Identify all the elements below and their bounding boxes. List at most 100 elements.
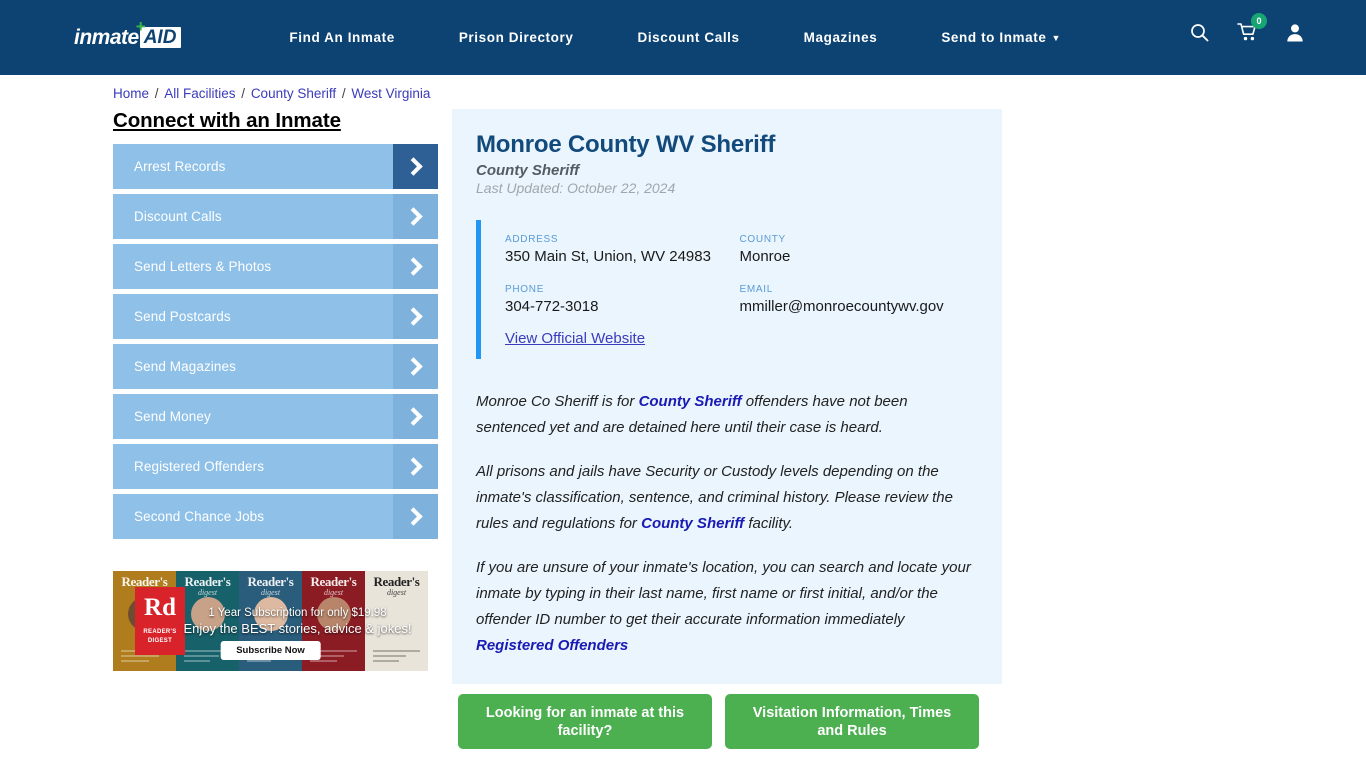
info-value: 350 Main St, Union, WV 24983 — [505, 248, 711, 265]
chevron-right-icon — [393, 244, 438, 289]
breadcrumb-separator: / — [338, 86, 350, 101]
sidebar-item-label: Send Magazines — [134, 359, 236, 374]
sidebar-item-send-postcards[interactable]: Send Postcards — [113, 294, 438, 339]
sidebar-item-registered-offenders[interactable]: Registered Offenders — [113, 444, 438, 489]
cta-button-row: Looking for an inmate at this facility? … — [452, 694, 1002, 750]
info-value: 304-772-3018 — [505, 298, 599, 315]
main-content: Monroe County WV Sheriff County Sheriff … — [452, 109, 1002, 750]
breadcrumb-item-west-virginia[interactable]: West Virginia — [351, 86, 430, 101]
description-paragraph-1: Monroe Co Sheriff is for County Sheriff … — [476, 389, 974, 441]
chevron-right-icon — [393, 344, 438, 389]
info-label: COUNTY — [739, 234, 786, 245]
desc-link-registered-offenders[interactable]: Registered Offenders — [476, 637, 628, 654]
logo-badge: + AID — [136, 18, 182, 49]
sidebar-item-label: Send Letters & Photos — [134, 259, 272, 274]
plus-icon: + — [135, 16, 146, 36]
nav-label: Discount Calls — [637, 30, 740, 45]
sidebar-item-label: Send Postcards — [134, 309, 231, 324]
breadcrumb-separator: / — [237, 86, 249, 101]
info-cell-county: COUNTY Monroe — [740, 234, 975, 266]
cart-count-badge: 0 — [1251, 13, 1267, 29]
sidebar-item-send-money[interactable]: Send Money — [113, 394, 438, 439]
desc-text: Monroe Co Sheriff is for — [476, 393, 639, 410]
info-cell-phone: PHONE 304-772-3018 — [505, 284, 740, 316]
sidebar-item-discount-calls[interactable]: Discount Calls — [113, 194, 438, 239]
page-body: Connect with an Inmate Arrest Records Di… — [0, 109, 1366, 750]
info-cell-address: ADDRESS 350 Main St, Union, WV 24983 — [505, 234, 740, 266]
nav-item-send-to-inmate[interactable]: Send to Inmate ▼ — [909, 30, 1093, 45]
desc-text: If you are unsure of your inmate's locat… — [476, 558, 971, 628]
desc-link-county-sheriff[interactable]: County Sheriff — [639, 393, 742, 410]
info-label: EMAIL — [739, 284, 774, 295]
header-icon-group: 0 — [1190, 13, 1304, 42]
nav-item-prison-directory[interactable]: Prison Directory — [427, 30, 606, 45]
sidebar-item-label: Send Money — [134, 409, 211, 424]
sidebar-item-label: Registered Offenders — [134, 459, 265, 474]
main-navigation: Find An Inmate Prison Directory Discount… — [257, 30, 1093, 45]
sidebar-item-send-magazines[interactable]: Send Magazines — [113, 344, 438, 389]
sidebar-item-label: Second Chance Jobs — [134, 509, 265, 524]
nav-label: Magazines — [803, 30, 878, 45]
facility-card: Monroe County WV Sheriff County Sheriff … — [452, 109, 1002, 685]
nav-label: Find An Inmate — [289, 30, 395, 45]
ad-cover-sub: digest — [323, 588, 344, 597]
breadcrumb-item-all-facilities[interactable]: All Facilities — [164, 86, 235, 101]
logo-text: inmate — [74, 26, 139, 49]
description-paragraph-2: All prisons and jails have Security or C… — [476, 459, 974, 537]
ad-headline: 1 Year Subscription for only $19.98 — [208, 607, 387, 619]
info-value: mmiller@monroecountywv.gov — [739, 298, 944, 315]
search-icon[interactable] — [1190, 23, 1209, 42]
chevron-right-icon — [393, 144, 438, 189]
sidebar-item-label: Arrest Records — [134, 159, 226, 174]
facility-last-updated: Last Updated: October 22, 2024 — [476, 180, 676, 196]
desc-link-county-sheriff[interactable]: County Sheriff — [641, 515, 744, 532]
chevron-down-icon: ▼ — [1051, 33, 1061, 43]
nav-item-magazines[interactable]: Magazines — [772, 30, 910, 45]
chevron-right-icon — [393, 294, 438, 339]
info-label: ADDRESS — [505, 234, 559, 245]
sidebar-item-send-letters-photos[interactable]: Send Letters & Photos — [113, 244, 438, 289]
info-value: Monroe — [739, 248, 791, 265]
facility-description: Monroe Co Sheriff is for County Sheriff … — [476, 389, 974, 658]
sidebar-title: Connect with an Inmate — [113, 109, 341, 132]
advertisement-banner[interactable]: Reader's digest Reader's digest Reader's… — [113, 571, 428, 671]
desc-text: facility. — [744, 514, 794, 532]
chevron-right-icon — [393, 444, 438, 489]
ad-cover-title: Reader's — [247, 574, 294, 589]
facility-type: County Sheriff — [476, 162, 580, 179]
facility-info-block: ADDRESS 350 Main St, Union, WV 24983 COU… — [476, 220, 974, 359]
nav-label: Send to Inmate — [941, 30, 1047, 45]
user-icon[interactable] — [1286, 23, 1304, 42]
ad-cover-sub: digest — [197, 588, 218, 597]
cart-icon[interactable]: 0 — [1237, 13, 1267, 42]
description-paragraph-3: If you are unsure of your inmate's locat… — [476, 555, 974, 659]
breadcrumb-item-home[interactable]: Home — [113, 86, 149, 101]
ad-cover-sub: digest — [386, 588, 407, 597]
info-cell-email: EMAIL mmiller@monroecountywv.gov — [740, 284, 975, 316]
ad-brand-line2: DIGEST — [147, 638, 173, 644]
ad-cover-title: Reader's — [310, 574, 357, 589]
ad-cover-sub: digest — [260, 588, 281, 597]
logo-badge-text: AID — [143, 26, 177, 48]
nav-label: Prison Directory — [458, 30, 574, 45]
site-logo[interactable]: inmate + AID — [74, 18, 182, 51]
nav-item-find-an-inmate[interactable]: Find An Inmate — [257, 30, 426, 45]
breadcrumb-separator: / — [151, 86, 163, 101]
visitation-info-button[interactable]: Visitation Information, Times and Rules — [725, 694, 979, 750]
site-header: inmate + AID Find An Inmate Prison Direc… — [0, 0, 1366, 75]
breadcrumb: Home / All Facilities / County Sheriff /… — [113, 86, 1366, 101]
ad-cover-title: Reader's — [184, 574, 231, 589]
page-title: Monroe County WV Sheriff — [476, 131, 776, 158]
chevron-right-icon — [393, 494, 438, 539]
nav-item-discount-calls[interactable]: Discount Calls — [605, 30, 771, 45]
sidebar: Connect with an Inmate Arrest Records Di… — [113, 109, 438, 749]
sidebar-item-second-chance-jobs[interactable]: Second Chance Jobs — [113, 494, 438, 539]
chevron-right-icon — [393, 194, 438, 239]
sidebar-item-arrest-records[interactable]: Arrest Records — [113, 144, 438, 189]
view-official-website-link[interactable]: View Official Website — [505, 330, 974, 347]
breadcrumb-item-county-sheriff[interactable]: County Sheriff — [251, 86, 336, 101]
ad-cover-title: Reader's — [373, 574, 420, 589]
chevron-right-icon — [393, 394, 438, 439]
looking-for-inmate-button[interactable]: Looking for an inmate at this facility? — [458, 694, 712, 750]
ad-subscribe-button[interactable]: Subscribe Now — [220, 641, 321, 660]
